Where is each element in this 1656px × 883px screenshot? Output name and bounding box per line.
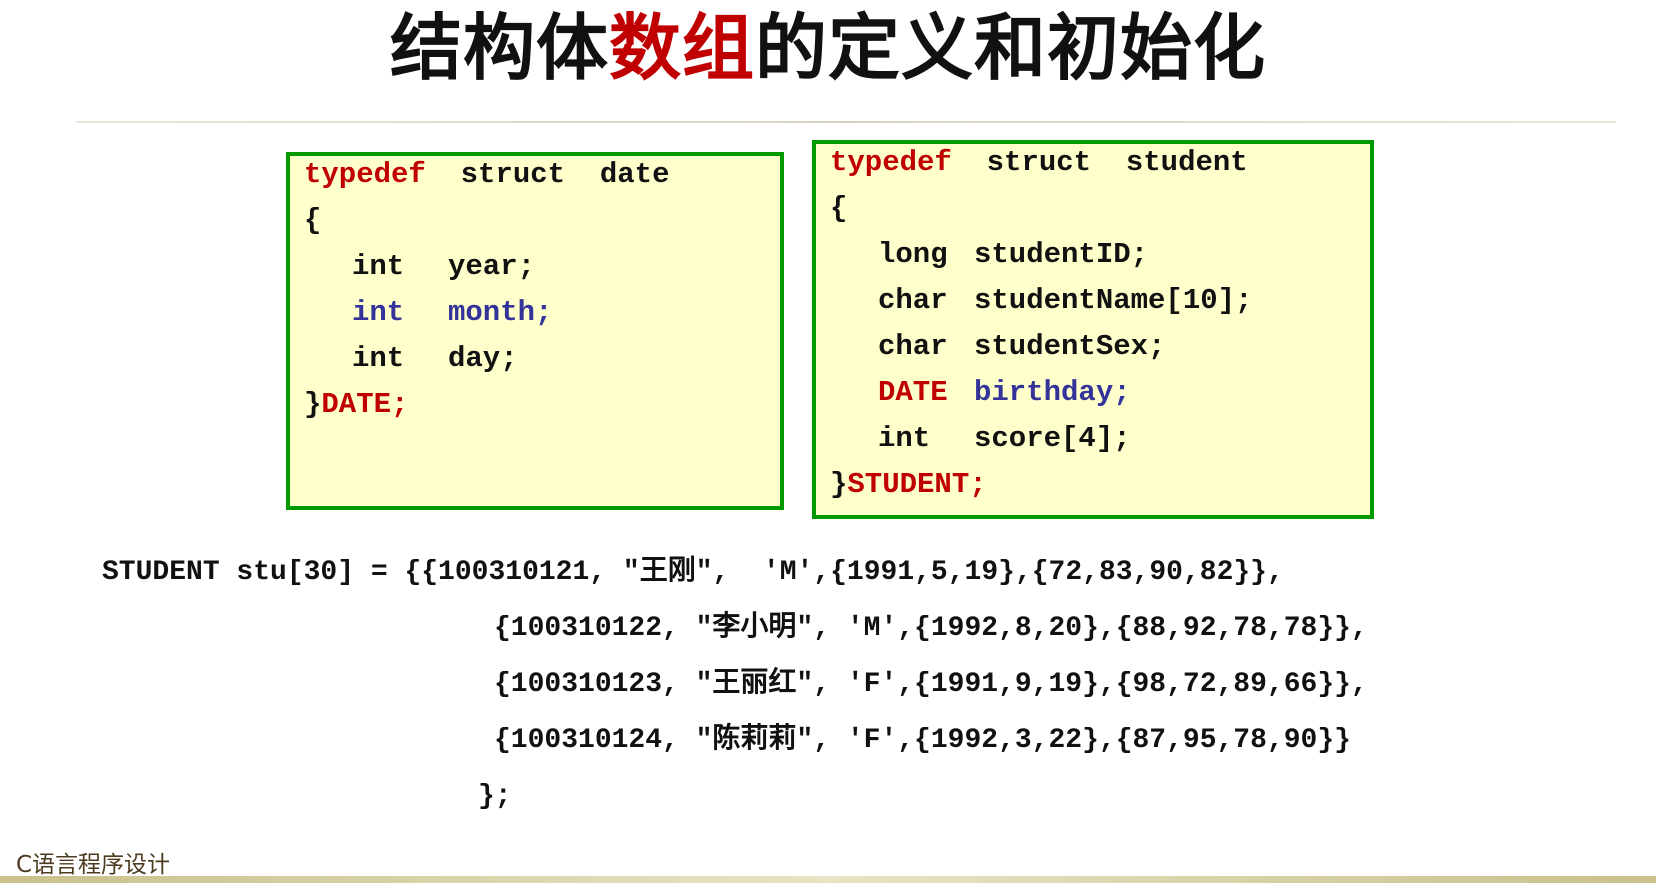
init-line-4: {100310124, "陈莉莉", 'F',{1992,3,22},{87,9…	[494, 725, 1351, 756]
student-field-type: long	[878, 238, 948, 271]
typedef-keyword: typedef	[304, 158, 426, 191]
student-field-type: char	[878, 330, 948, 363]
struct-header: struct date	[425, 158, 670, 191]
date-field-name: year;	[448, 250, 536, 283]
student-field-type: int	[878, 422, 931, 455]
init-line-2: {100310122, "李小明", 'M',{1992,8,20},{88,9…	[494, 613, 1368, 644]
title-divider	[76, 121, 1616, 123]
date-struct-close: }DATE;	[304, 388, 408, 422]
type-alias: STUDENT;	[847, 468, 987, 501]
init-line-3: {100310123, "王丽红", 'F',{1991,9,19},{98,7…	[494, 669, 1368, 700]
slide-title: 结构体数组的定义和初始化	[0, 6, 1656, 90]
date-struct-open-brace: {	[304, 204, 322, 237]
footer-bar	[0, 876, 1656, 883]
student-field-type: DATE	[878, 376, 948, 409]
student-field-name: studentName[10];	[974, 284, 1253, 317]
student-struct-close: }STUDENT;	[830, 468, 987, 502]
struct-header: struct student	[951, 146, 1248, 179]
init-close: };	[478, 781, 512, 812]
close-brace: }	[304, 388, 322, 421]
date-field-type: int	[352, 296, 405, 329]
init-line-1: STUDENT stu[30] = {{100310121, "王刚", 'M'…	[102, 557, 1284, 588]
student-struct-code-box: typedef struct student { long studentID;…	[812, 140, 1374, 519]
close-brace: }	[830, 468, 848, 501]
date-field-name: month;	[448, 296, 553, 329]
student-struct-open-brace: {	[830, 192, 848, 225]
type-alias: DATE;	[321, 388, 409, 421]
date-field-type: int	[352, 342, 405, 375]
typedef-keyword: typedef	[830, 146, 952, 179]
title-part-1: 结构体	[389, 6, 609, 90]
student-field-name: score[4];	[974, 422, 1131, 455]
title-part-2: 数组	[608, 6, 755, 90]
student-field-name: studentID;	[974, 238, 1149, 271]
student-field-name: studentSex;	[974, 330, 1166, 363]
date-field-type: int	[352, 250, 405, 283]
date-field-name: day;	[448, 342, 518, 375]
student-struct-line-1: typedef struct student	[830, 146, 1248, 180]
date-struct-line-1: typedef struct date	[304, 158, 669, 192]
student-field-type: char	[878, 284, 948, 317]
date-struct-code-box: typedef struct date { int year; int mont…	[286, 152, 784, 510]
title-part-3: 的定义和初始化	[755, 6, 1267, 90]
student-field-name: birthday;	[974, 376, 1131, 409]
